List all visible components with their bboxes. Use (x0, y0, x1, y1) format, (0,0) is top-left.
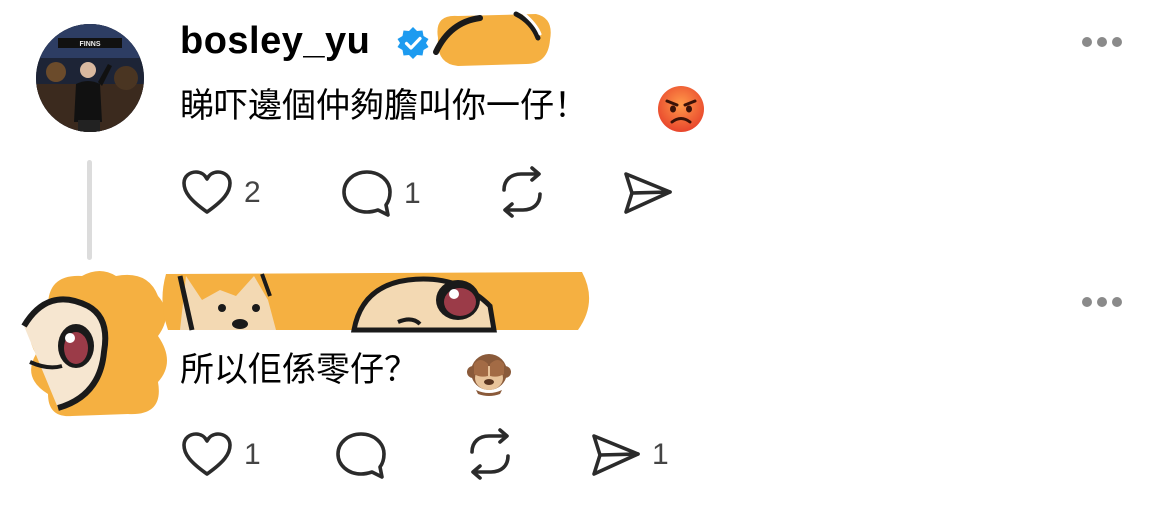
threads-replies: FINNS bosley_yu 睇吓邊個仲夠膽叫你一仔！ 2 1 所以佢係零仔？… (0, 0, 1170, 519)
reply-button[interactable] (334, 430, 398, 482)
repost-icon (470, 428, 510, 480)
heart-icon (182, 170, 232, 214)
angry-face-icon (656, 84, 706, 139)
heart-icon (182, 432, 232, 476)
post-text: 所以佢係零仔？ (180, 350, 418, 390)
more-icon[interactable] (1082, 34, 1122, 50)
dot (1097, 297, 1107, 307)
see-no-evil-monkey-icon (466, 350, 512, 401)
share-count: 1 (652, 438, 669, 471)
reply-count: 1 (404, 177, 421, 210)
username[interactable]: bosley_yu (180, 18, 370, 64)
repost-button[interactable] (464, 428, 516, 480)
share-button[interactable] (622, 168, 674, 218)
like-button[interactable]: 2 (180, 168, 261, 218)
share-button[interactable]: 1 (590, 430, 669, 480)
censored-avatar (18, 266, 178, 420)
reply-button[interactable]: 1 (340, 168, 421, 220)
censor-sticker (428, 8, 554, 68)
share-icon (592, 434, 640, 476)
comment-icon (336, 432, 386, 479)
share-icon (624, 172, 672, 214)
censored-username (158, 266, 596, 338)
dot (1112, 37, 1122, 47)
avatar[interactable]: FINNS (36, 24, 144, 132)
svg-text:FINNS: FINNS (80, 41, 101, 48)
repost-icon (502, 166, 542, 218)
post-text: 睇吓邊個仲夠膽叫你一仔！ (180, 86, 588, 126)
dot (1082, 37, 1092, 47)
like-button[interactable]: 1 (180, 430, 261, 480)
like-count: 1 (244, 438, 261, 471)
thread-line (87, 160, 92, 260)
dot (1097, 37, 1107, 47)
comment-icon (342, 170, 392, 217)
more-icon[interactable] (1082, 294, 1122, 310)
dot (1082, 297, 1092, 307)
verified-badge-icon (396, 26, 430, 60)
dot (1112, 297, 1122, 307)
like-count: 2 (244, 176, 261, 209)
repost-button[interactable] (496, 166, 548, 218)
